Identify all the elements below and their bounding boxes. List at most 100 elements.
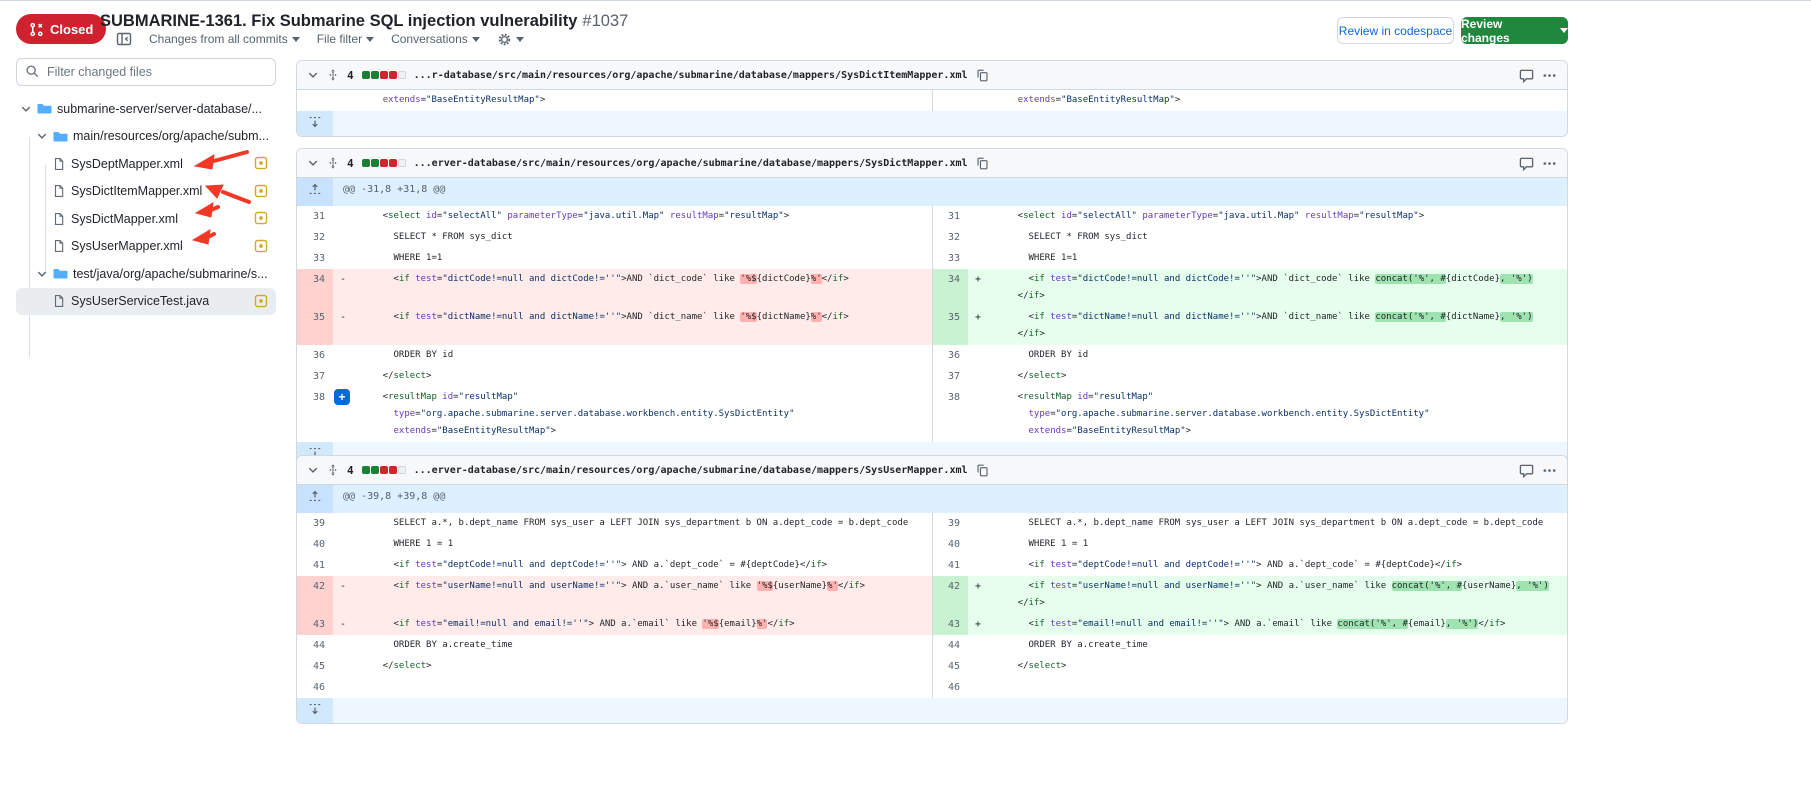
line-number[interactable]: 38 <box>932 387 968 442</box>
chevron-down-icon[interactable] <box>307 464 319 476</box>
review-in-codespace-button[interactable]: Review in codespace <box>1337 17 1454 44</box>
line-number[interactable]: 45 <box>932 656 968 677</box>
drag-handle-icon[interactable] <box>327 463 339 477</box>
file-path-link[interactable]: ...r-database/src/main/resources/org/apa… <box>414 70 968 81</box>
line-number[interactable]: 41 <box>932 555 968 576</box>
menu-changes-from[interactable]: Changes from all commits <box>149 32 300 46</box>
line-number[interactable]: 35 <box>932 307 968 345</box>
diff-marker <box>968 555 988 576</box>
tree-item-main-resources-org-apache-subm[interactable]: main/resources/org/apache/subm... <box>16 123 276 151</box>
line-number[interactable]: 32 <box>932 227 968 248</box>
copy-icon[interactable] <box>976 69 989 82</box>
stat-square <box>380 71 388 79</box>
file-path-link[interactable]: ...erver-database/src/main/resources/org… <box>414 158 968 169</box>
line-number[interactable]: 40 <box>932 534 968 555</box>
diff-row: 32 SELECT * FROM sys_dict32 SELECT * FRO… <box>297 227 1567 248</box>
line-number[interactable]: 33 <box>297 248 333 269</box>
code-cell: ORDER BY a.create_time <box>988 635 1567 656</box>
diff-toolbar: Changes from all commits File filter Con… <box>116 31 524 47</box>
line-number[interactable]: 31 <box>297 206 333 227</box>
diff-marker: + <box>968 307 988 345</box>
drag-handle-icon[interactable] <box>327 68 339 82</box>
diff-marker <box>968 206 988 227</box>
diff-row: 43- <if test="email!=null and email!=''"… <box>297 614 1567 635</box>
copy-icon[interactable] <box>976 157 989 170</box>
line-number[interactable]: 42 <box>297 576 333 614</box>
review-changes-button[interactable]: Review changes <box>1461 17 1568 44</box>
chevron-down-icon[interactable] <box>36 268 48 280</box>
diff-stat-count: 4 <box>347 464 354 477</box>
expand-hunk-button[interactable] <box>297 485 333 513</box>
menu-conversations[interactable]: Conversations <box>391 32 480 46</box>
add-comment-button[interactable]: + <box>334 389 350 405</box>
line-number[interactable]: 37 <box>297 366 333 387</box>
line-number[interactable] <box>932 90 968 111</box>
code-cell <box>988 677 1567 698</box>
chevron-down-icon[interactable] <box>307 69 319 81</box>
tree-item-label: SysDictItemMapper.xml <box>71 184 202 198</box>
line-number[interactable] <box>297 90 333 111</box>
kebab-icon[interactable] <box>1542 68 1557 83</box>
tree-item-sysusermapper-xml[interactable]: SysUserMapper.xml <box>16 233 276 261</box>
line-number[interactable]: 43 <box>297 614 333 635</box>
comment-icon[interactable] <box>1519 68 1534 83</box>
tree-item-sysdeptmapper-xml[interactable]: SysDeptMapper.xml <box>16 150 276 178</box>
expand-row <box>333 698 1567 723</box>
copy-icon[interactable] <box>976 464 989 477</box>
diff-row: 37 </select>37 </select> <box>297 366 1567 387</box>
chevron-down-icon[interactable] <box>307 157 319 169</box>
menu-file-filter[interactable]: File filter <box>317 32 374 46</box>
line-number[interactable]: 36 <box>297 345 333 366</box>
line-number[interactable]: 41 <box>297 555 333 576</box>
line-number[interactable]: 32 <box>297 227 333 248</box>
line-number[interactable]: 31 <box>932 206 968 227</box>
sidebar-collapse-icon[interactable] <box>116 31 132 47</box>
chevron-down-icon[interactable] <box>36 130 48 142</box>
line-number[interactable]: 34 <box>297 269 333 307</box>
line-number[interactable]: 46 <box>932 677 968 698</box>
code-line: extends="BaseEntityResultMap"> <box>996 423 1567 440</box>
comment-icon[interactable] <box>1519 463 1534 478</box>
code-line: type="org.apache.submarine.server.databa… <box>361 406 932 423</box>
caret-down-icon <box>1560 28 1568 33</box>
filter-changed-files-input[interactable] <box>16 58 276 86</box>
line-number[interactable]: 34 <box>932 269 968 307</box>
tree-item-sysdictitemmapper-xml[interactable]: SysDictItemMapper.xml <box>16 178 276 206</box>
expand-hunk-button[interactable] <box>297 178 333 206</box>
line-number[interactable]: 38 <box>297 387 333 442</box>
line-number[interactable]: 46 <box>297 677 333 698</box>
line-number[interactable]: 42 <box>932 576 968 614</box>
chevron-down-icon[interactable] <box>20 103 32 115</box>
line-number[interactable]: 37 <box>932 366 968 387</box>
pr-title-text: SUBMARINE-1361. Fix Submarine SQL inject… <box>100 12 577 30</box>
gear-icon <box>497 32 512 47</box>
line-number[interactable]: 40 <box>297 534 333 555</box>
comment-icon[interactable] <box>1519 156 1534 171</box>
expand-row <box>333 111 1567 136</box>
line-number[interactable]: 45 <box>297 656 333 677</box>
tree-item-submarine-server-server-database[interactable]: submarine-server/server-database/... <box>16 95 276 123</box>
diff-marker: - <box>333 269 353 307</box>
line-number[interactable]: 36 <box>932 345 968 366</box>
line-number[interactable]: 44 <box>932 635 968 656</box>
drag-handle-icon[interactable] <box>327 156 339 170</box>
expand-diff-button[interactable] <box>297 698 333 723</box>
kebab-icon[interactable] <box>1542 156 1557 171</box>
diff-marker: + <box>333 387 353 442</box>
line-number[interactable]: 33 <box>932 248 968 269</box>
expand-diff-button[interactable] <box>297 111 333 136</box>
code-line: WHERE 1=1 <box>996 250 1567 267</box>
line-number[interactable]: 39 <box>932 513 968 534</box>
tree-item-test-java-org-apache-submarine-s[interactable]: test/java/org/apache/submarine/s... <box>16 260 276 288</box>
line-number[interactable]: 44 <box>297 635 333 656</box>
line-number[interactable]: 43 <box>932 614 968 635</box>
tree-item-sysuserservicetest-java[interactable]: SysUserServiceTest.java <box>16 288 276 316</box>
file-path-link[interactable]: ...erver-database/src/main/resources/org… <box>414 465 968 476</box>
diff-settings-menu[interactable] <box>497 32 524 47</box>
line-number[interactable]: 39 <box>297 513 333 534</box>
code-line: </if> <box>996 288 1567 305</box>
code-line: <if test="dictName!=null and dictName!='… <box>996 309 1567 326</box>
tree-item-sysdictmapper-xml[interactable]: SysDictMapper.xml <box>16 205 276 233</box>
line-number[interactable]: 35 <box>297 307 333 345</box>
kebab-icon[interactable] <box>1542 463 1557 478</box>
